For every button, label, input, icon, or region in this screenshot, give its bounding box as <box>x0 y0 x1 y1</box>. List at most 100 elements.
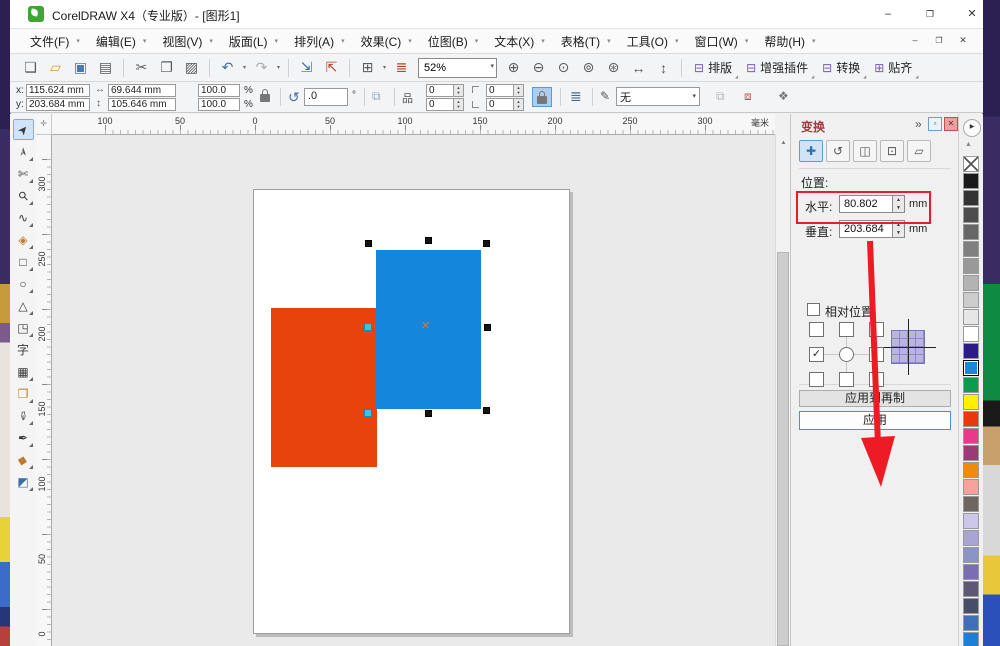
undo-dropdown[interactable]: ▾ <box>240 64 249 71</box>
docker-close-button[interactable]: ✕ <box>944 117 958 131</box>
new-button[interactable]: ❏ <box>18 57 43 79</box>
plugins-button[interactable]: ⊟ 增强插件 <box>739 57 815 79</box>
typeset-button[interactable]: ⊟ 排版 <box>687 57 739 79</box>
zoom-height-button[interactable]: ↕ <box>651 57 676 79</box>
menu-item-1[interactable]: 编辑(E) ▾ <box>90 31 153 52</box>
pick-tool[interactable]: ➤ <box>12 119 34 140</box>
symbol-icon[interactable]: ❖ <box>778 89 789 103</box>
object-width-field[interactable]: 69.644 mm <box>108 84 176 97</box>
pages-red-icon[interactable]: ⧈ <box>744 89 752 104</box>
zoom-tool[interactable]: ⚲ <box>13 185 34 206</box>
ruler-origin[interactable]: ✛ <box>36 114 52 135</box>
app-launcher-dropdown[interactable]: ▾ <box>380 64 389 71</box>
snap-button[interactable]: ⊞ 贴齐 <box>867 57 919 79</box>
zoom-selected-button[interactable]: ⊚ <box>576 57 601 79</box>
corner-radius-tl-field[interactable]: 0 <box>426 84 454 97</box>
anchor-grid-checked[interactable]: ✓ <box>809 347 824 362</box>
color-swatch[interactable] <box>963 496 979 512</box>
color-swatch[interactable] <box>963 394 979 410</box>
node-handle[interactable] <box>364 409 372 417</box>
corner-spin[interactable]: ▲ ▼ <box>453 84 464 97</box>
document-minimize-button[interactable]: – <box>906 33 924 48</box>
document-close-button[interactable]: ✕ <box>954 33 972 48</box>
interactive-fill-tool[interactable]: ◩ <box>13 471 34 492</box>
color-swatch[interactable] <box>963 343 979 359</box>
color-swatch[interactable] <box>963 173 979 189</box>
color-swatch[interactable] <box>963 598 979 614</box>
outline-pen-tool[interactable]: ✒ <box>13 427 34 448</box>
cut-button[interactable]: ✂ <box>129 57 154 79</box>
color-swatch[interactable] <box>963 360 979 376</box>
anchor-grid-box[interactable] <box>809 322 824 337</box>
menu-item-8[interactable]: 表格(T) ▾ <box>555 31 617 52</box>
pages-gray-icon[interactable]: ⧉ <box>716 89 725 104</box>
zoom-all-button[interactable]: ⊛ <box>601 57 626 79</box>
undo-button[interactable]: ↶ <box>215 57 240 79</box>
combo-caret-icon[interactable]: ▾ <box>692 92 696 100</box>
selection-handle[interactable] <box>483 240 490 247</box>
zoom-level-combo[interactable]: 52% ▾ <box>418 57 497 78</box>
corner-radius-bl-field[interactable]: 0 <box>426 98 454 111</box>
scale-v-field[interactable]: 100.0 <box>198 98 240 111</box>
paste-button[interactable]: ▨ <box>179 57 204 79</box>
color-swatch[interactable] <box>963 190 979 206</box>
minimize-button[interactable]: – <box>878 6 898 22</box>
color-swatch[interactable] <box>963 275 979 291</box>
smart-fill-tool[interactable]: ◈ <box>13 229 34 250</box>
drawing-canvas[interactable]: ✕ <box>52 135 775 646</box>
menu-item-10[interactable]: 窗口(W) ▾ <box>688 31 754 52</box>
color-swatch[interactable] <box>963 292 979 308</box>
rotate-tab[interactable]: ↺ <box>826 140 850 162</box>
color-swatch[interactable] <box>963 462 979 478</box>
mirror-buttons-icon[interactable]: ⧉ <box>372 89 381 104</box>
welcome-screen-button[interactable]: ≣ <box>389 57 414 79</box>
wrap-text-icon[interactable]: ≣ <box>570 88 582 105</box>
menu-item-9[interactable]: 工具(O) ▾ <box>621 31 685 52</box>
table-tool[interactable]: ▦ <box>13 361 34 382</box>
color-swatch[interactable] <box>963 258 979 274</box>
crop-tool[interactable]: ✄ <box>13 163 34 184</box>
scale-lock-icon[interactable] <box>260 89 270 102</box>
y-position-field[interactable]: 203.684 mm <box>26 98 90 111</box>
relative-position-checkbox[interactable] <box>807 303 820 316</box>
docker-minimize-button[interactable]: ▫ <box>928 117 942 131</box>
node-layout-icon[interactable]: 品 <box>402 90 413 106</box>
print-button[interactable]: ▤ <box>93 57 118 79</box>
menu-item-4[interactable]: 排列(A) ▾ <box>288 31 351 52</box>
save-button[interactable]: ▣ <box>68 57 93 79</box>
no-color-swatch[interactable] <box>963 156 979 172</box>
text-tool[interactable]: 字 <box>13 339 34 360</box>
palette-flyout-button[interactable]: ▶ <box>963 119 981 137</box>
zoom-out-button[interactable]: ⊖ <box>526 57 551 79</box>
color-swatch[interactable] <box>963 513 979 529</box>
outline-width-combo[interactable]: 无 ▾ <box>616 87 700 106</box>
position-tab[interactable]: ✚ <box>799 140 823 162</box>
anchor-grid-box[interactable] <box>809 372 824 387</box>
object-height-field[interactable]: 105.646 mm <box>108 98 176 111</box>
ellipse-tool[interactable]: ○ <box>13 273 34 294</box>
menu-item-7[interactable]: 文本(X) ▾ <box>488 31 551 52</box>
skew-tab[interactable]: ▱ <box>907 140 931 162</box>
selection-handle[interactable] <box>425 237 432 244</box>
palette-scroll-up-icon[interactable]: ▲ <box>965 141 972 148</box>
corner-radius-tr-field[interactable]: 0 <box>486 84 514 97</box>
eyedropper-tool[interactable]: ✑ <box>13 405 34 426</box>
blend-tool[interactable]: ❐ <box>13 383 34 404</box>
selection-handle[interactable] <box>425 410 432 417</box>
corner-spin[interactable]: ▲ ▼ <box>453 98 464 111</box>
menu-item-2[interactable]: 视图(V) ▾ <box>156 31 219 52</box>
corner-lock-button[interactable] <box>532 87 552 107</box>
restore-button[interactable]: ❐ <box>920 6 940 22</box>
selection-center-mark[interactable]: ✕ <box>421 319 430 332</box>
polygon-tool[interactable]: △ <box>13 295 34 316</box>
color-swatch[interactable] <box>963 326 979 342</box>
color-swatch[interactable] <box>963 224 979 240</box>
horizontal-ruler[interactable]: 毫米 100 50 0 50 100 150 200 250 300 <box>52 114 775 135</box>
combo-caret-icon[interactable]: ▾ <box>490 62 494 70</box>
redo-dropdown[interactable]: ▾ <box>274 64 283 71</box>
scale-h-field[interactable]: 100.0 <box>198 84 240 97</box>
zoom-actual-button[interactable]: ⊙ <box>551 57 576 79</box>
color-swatch[interactable] <box>963 411 979 427</box>
menu-item-3[interactable]: 版面(L) ▾ <box>223 31 284 52</box>
rectangle-tool[interactable]: □ <box>13 251 34 272</box>
